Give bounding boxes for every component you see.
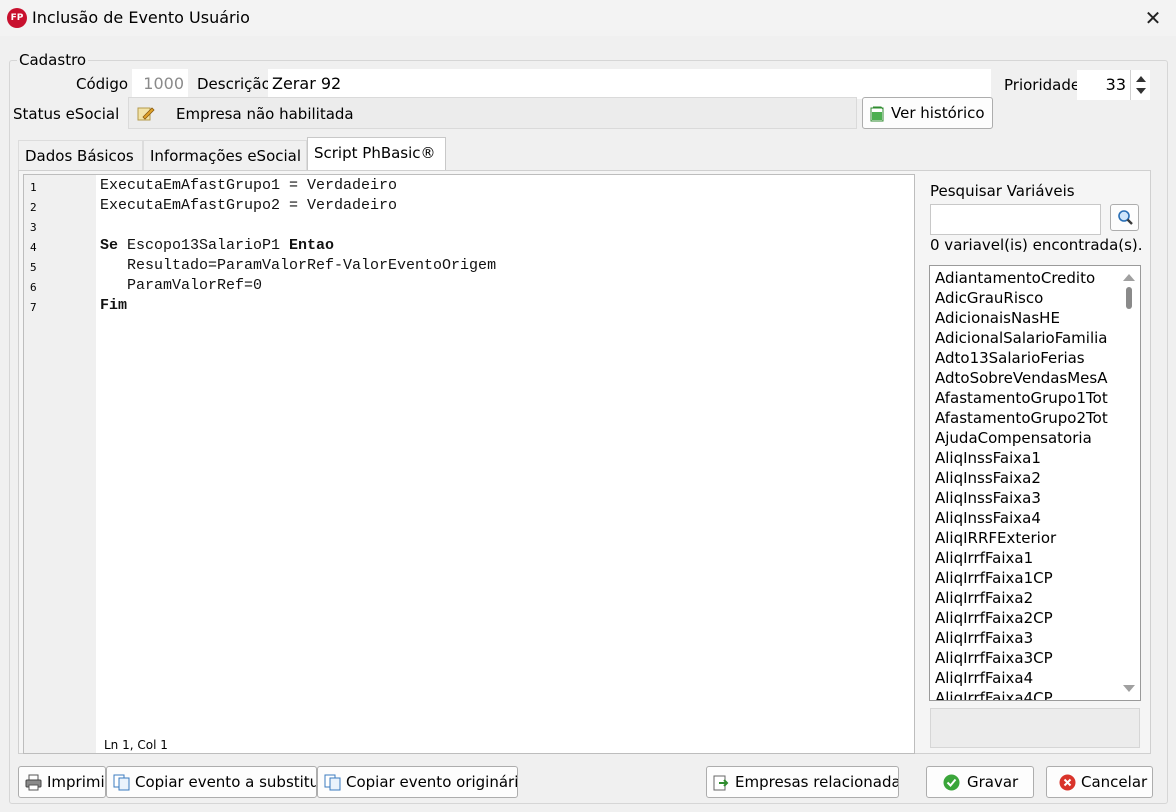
printer-icon <box>25 774 42 791</box>
list-item[interactable]: AdicionaisNasHE <box>935 309 1117 327</box>
line-number: 1 <box>30 181 37 194</box>
codigo-field[interactable]: 1000 <box>132 69 188 99</box>
spin-up-icon[interactable] <box>1136 76 1146 82</box>
list-item[interactable]: AjudaCompensatoria <box>935 429 1117 447</box>
list-item[interactable]: AdtoSobreVendasMesA <box>935 369 1117 387</box>
code-line: Fim <box>100 297 127 314</box>
status-esocial-value: Empresa não habilitada <box>176 105 354 123</box>
tab-script-phbasic-label: Script PhBasic® <box>314 144 436 162</box>
app-logo-icon: FP <box>7 8 27 28</box>
tab-informacoes-esocial-label: Informações eSocial <box>150 147 302 165</box>
line-number: 5 <box>30 261 37 274</box>
ver-historico-button[interactable]: Ver histórico <box>862 97 993 129</box>
status-esocial-label: Status eSocial <box>13 105 120 123</box>
imprimir-label: Imprimir <box>47 773 106 791</box>
list-item[interactable]: AliqInssFaixa2 <box>935 469 1117 487</box>
list-item[interactable]: AliqIrrfFaixa1CP <box>935 569 1117 587</box>
list-item[interactable]: AliqIrrfFaixa3 <box>935 629 1117 647</box>
list-item[interactable]: AdiantamentoCredito <box>935 269 1117 287</box>
prioridade-spinner[interactable] <box>1130 70 1150 100</box>
gravar-button[interactable]: Gravar <box>926 766 1034 798</box>
cancel-circle-icon <box>1059 774 1076 791</box>
history-document-icon <box>870 106 884 122</box>
prioridade-field[interactable]: 33 <box>1077 70 1130 100</box>
close-button[interactable]: ✕ <box>1130 0 1176 36</box>
list-item[interactable]: AdicGrauRisco <box>935 289 1117 307</box>
list-item[interactable]: AliqIrrfFaixa1 <box>935 549 1117 567</box>
variable-count-text: 0 variavel(is) encontrada(s). <box>930 236 1143 254</box>
code-line: ExecutaEmAfastGrupo2 = Verdadeiro <box>100 197 398 214</box>
search-icon <box>1118 210 1133 225</box>
list-item[interactable]: AdicionalSalarioFamilia <box>935 329 1117 347</box>
copy-icon <box>324 774 341 791</box>
codigo-label: Código <box>76 75 129 93</box>
cadastro-group-title: Cadastro <box>17 51 89 69</box>
code-line: ExecutaEmAfastGrupo1 = Verdadeiro <box>100 177 398 194</box>
code-keyword: Fim <box>100 297 128 314</box>
empresas-relacionadas-label: Empresas relacionadas <box>735 773 899 791</box>
gravar-label: Gravar <box>967 773 1019 791</box>
variable-list[interactable]: AdiantamentoCredito AdicGrauRisco Adicio… <box>929 265 1141 701</box>
copiar-evento-originario-label: Copiar evento originário <box>346 773 518 791</box>
list-item[interactable]: AliqIrrfFaixa2CP <box>935 609 1117 627</box>
editor-cursor-position: Ln 1, Col 1 <box>104 738 168 752</box>
window-title: Inclusão de Evento Usuário <box>32 8 250 27</box>
list-item[interactable]: AliqIrrfFaixa3CP <box>935 649 1117 667</box>
list-item[interactable]: AliqInssFaixa4 <box>935 509 1117 527</box>
variable-search-button[interactable] <box>1110 204 1139 231</box>
descricao-field[interactable]: Zerar 92 <box>268 69 991 99</box>
ver-historico-label: Ver histórico <box>891 104 985 122</box>
pesquisar-variaveis-label: Pesquisar Variáveis <box>930 182 1075 200</box>
scroll-up-icon[interactable] <box>1123 274 1135 281</box>
prioridade-label: Prioridade <box>1004 76 1077 94</box>
variable-description-box <box>930 708 1140 748</box>
scroll-thumb[interactable] <box>1126 287 1132 309</box>
descricao-label: Descrição <box>197 75 268 93</box>
tab-dados-basicos[interactable]: Dados Básicos <box>18 140 143 170</box>
line-number: 3 <box>30 221 37 234</box>
cancelar-button[interactable]: Cancelar <box>1046 766 1153 798</box>
imprimir-button[interactable]: Imprimir <box>18 766 106 798</box>
empresas-relacionadas-button[interactable]: Empresas relacionadas <box>706 766 899 798</box>
list-item[interactable]: AliqInssFaixa1 <box>935 449 1117 467</box>
list-item[interactable]: AfastamentoGrupo1Tot <box>935 389 1117 407</box>
list-item[interactable]: AfastamentoGrupo2Tot <box>935 409 1117 427</box>
list-item[interactable]: AliqIrrfFaixa2 <box>935 589 1117 607</box>
tab-informacoes-esocial[interactable]: Informações eSocial <box>143 140 307 170</box>
variable-list-scrollbar[interactable] <box>1118 266 1140 700</box>
code-keyword: Entao <box>289 237 335 254</box>
list-item[interactable]: AliqIRRFExterior <box>935 529 1117 547</box>
title-bar: FP Inclusão de Evento Usuário ✕ <box>0 0 1176 36</box>
line-number: 2 <box>30 201 37 214</box>
copiar-evento-substituir-label: Copiar evento a substituir <box>135 773 317 791</box>
copy-icon <box>113 774 130 791</box>
edit-document-icon <box>137 107 155 121</box>
tab-script-phbasic[interactable]: Script PhBasic® <box>307 137 446 171</box>
script-editor[interactable]: 1 2 3 4 5 6 7 ExecutaEmAfastGrupo1 = Ver… <box>23 174 915 754</box>
list-item[interactable]: AliqIrrfFaixa4 <box>935 669 1117 687</box>
line-number: 6 <box>30 281 37 294</box>
copiar-evento-originario-button[interactable]: Copiar evento originário <box>317 766 518 798</box>
code-line: Resultado=ParamValorRef-ValorEventoOrige… <box>100 257 497 274</box>
list-item[interactable]: AliqIrrfFaixa4CP <box>935 689 1117 700</box>
status-esocial-field: Empresa não habilitada <box>128 97 857 129</box>
line-number: 4 <box>30 241 37 254</box>
export-document-icon <box>713 775 729 791</box>
line-number: 7 <box>30 301 37 314</box>
tab-dados-basicos-label: Dados Básicos <box>25 147 134 165</box>
scroll-down-icon[interactable] <box>1123 685 1135 692</box>
check-circle-icon <box>943 774 960 791</box>
code-text: Escopo13SalarioP1 <box>118 237 290 254</box>
cancelar-label: Cancelar <box>1081 773 1148 791</box>
spin-down-icon[interactable] <box>1136 88 1146 94</box>
variable-search-input[interactable] <box>930 204 1101 235</box>
list-item[interactable]: Adto13SalarioFerias <box>935 349 1117 367</box>
code-line: ParamValorRef=0 <box>100 277 263 294</box>
code-line: Se Escopo13SalarioP1 Entao <box>100 237 334 254</box>
copiar-evento-substituir-button[interactable]: Copiar evento a substituir <box>106 766 317 798</box>
list-item[interactable]: AliqInssFaixa3 <box>935 489 1117 507</box>
code-keyword: Se <box>100 237 119 254</box>
